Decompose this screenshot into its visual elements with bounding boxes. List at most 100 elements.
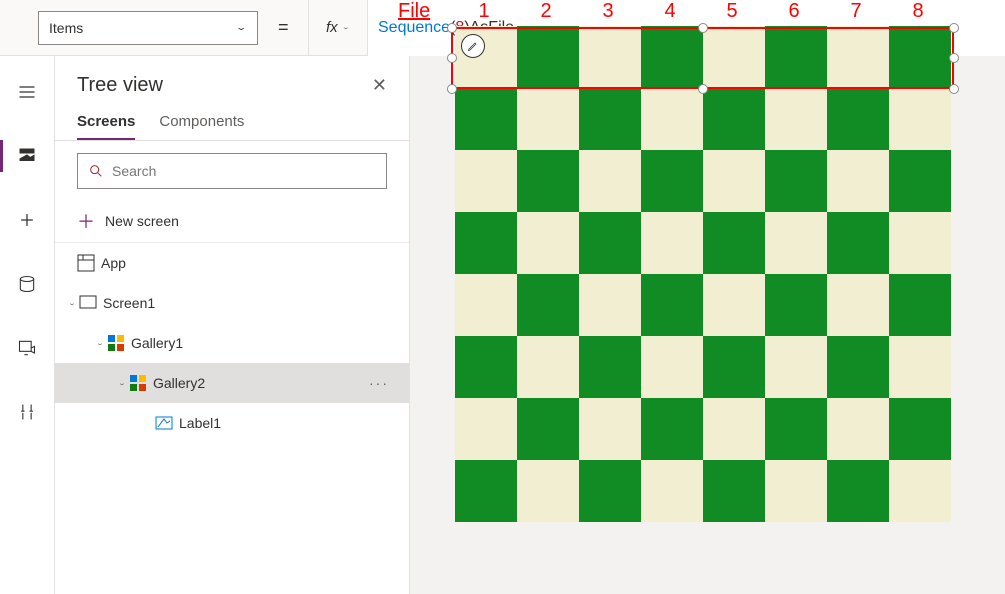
left-rail [0, 56, 55, 594]
board-square [827, 336, 889, 398]
board-square [889, 336, 951, 398]
tree-node-screen1[interactable]: ⌄ Screen1 [55, 283, 409, 323]
search-box[interactable] [77, 153, 387, 189]
board-square [579, 336, 641, 398]
board-square [827, 274, 889, 336]
label-icon [155, 414, 173, 432]
board-square [765, 398, 827, 460]
board-square [827, 398, 889, 460]
board-square [889, 460, 951, 522]
board-square [455, 274, 517, 336]
tree-node-label1[interactable]: Label1 [55, 403, 409, 443]
data-icon[interactable] [0, 262, 55, 306]
tree-node-app[interactable]: App [55, 243, 409, 283]
insert-icon[interactable] [0, 198, 55, 242]
board-square [889, 212, 951, 274]
hamburger-icon[interactable] [0, 70, 55, 114]
media-icon[interactable] [0, 326, 55, 370]
panel-title: Tree view [77, 74, 163, 97]
tab-components[interactable]: Components [159, 113, 244, 140]
board-square [579, 212, 641, 274]
resize-handle[interactable] [447, 84, 457, 94]
board-square [765, 274, 827, 336]
overlay-col: 6 [763, 0, 825, 24]
board-square [703, 274, 765, 336]
tree-view-panel: Tree view ✕ Screens Components ＋ New scr… [55, 56, 410, 594]
gallery-icon [107, 334, 125, 352]
board-square [641, 88, 703, 150]
overlay-col: 8 [887, 0, 949, 24]
tree-node-gallery2[interactable]: ⌄ Gallery2 ··· [55, 363, 409, 403]
board-square [455, 88, 517, 150]
tree-label: Gallery2 [153, 375, 205, 391]
overlay-col: 2 [515, 0, 577, 24]
board-square [455, 336, 517, 398]
overlay-file: File [398, 0, 453, 24]
resize-handle[interactable] [447, 23, 457, 33]
board-square [765, 150, 827, 212]
board-square [455, 460, 517, 522]
overlay-col: 7 [825, 0, 887, 24]
column-overlay: File 1 2 3 4 5 6 7 8 [398, 0, 955, 24]
selection-outline[interactable] [451, 27, 954, 89]
tab-screens[interactable]: Screens [77, 113, 135, 140]
chevron-down-icon[interactable]: ⌄ [65, 300, 79, 307]
resize-handle[interactable] [949, 84, 959, 94]
board-square [827, 460, 889, 522]
fx-dropdown[interactable]: fx ⌄ [308, 0, 368, 56]
board-square [703, 212, 765, 274]
overlay-col: 3 [577, 0, 639, 24]
resize-handle[interactable] [698, 23, 708, 33]
tree-label: Gallery1 [131, 335, 183, 351]
board-square [517, 212, 579, 274]
board-square [517, 336, 579, 398]
property-dropdown[interactable]: Items ⌄ [38, 11, 258, 45]
advanced-tools-icon[interactable] [0, 390, 55, 434]
board-square [517, 150, 579, 212]
close-icon[interactable]: ✕ [372, 75, 387, 96]
board-square [827, 150, 889, 212]
board-square [579, 88, 641, 150]
screen-icon [79, 294, 97, 312]
gallery-icon [129, 374, 147, 392]
board-square [827, 212, 889, 274]
board-square [827, 88, 889, 150]
equals-sign: = [258, 17, 308, 38]
more-icon[interactable]: ··· [369, 375, 389, 391]
edit-icon[interactable] [461, 34, 485, 58]
board-square [455, 212, 517, 274]
board-square [641, 460, 703, 522]
overlay-col: 5 [701, 0, 763, 24]
plus-icon: ＋ [77, 208, 95, 234]
search-icon [88, 163, 104, 179]
overlay-col: 1 [453, 0, 515, 24]
property-label: Items [49, 20, 83, 36]
chevron-down-icon[interactable]: ⌄ [115, 380, 129, 387]
resize-handle[interactable] [698, 84, 708, 94]
tree-view-icon[interactable] [0, 134, 55, 178]
board-square [889, 398, 951, 460]
board-square [703, 88, 765, 150]
new-screen-button[interactable]: ＋ New screen [55, 199, 409, 243]
tree-label: App [101, 255, 126, 271]
board-square [455, 398, 517, 460]
resize-handle[interactable] [447, 53, 457, 63]
resize-handle[interactable] [949, 53, 959, 63]
chessboard [455, 26, 951, 522]
search-input[interactable] [112, 163, 376, 179]
panel-tabs: Screens Components [55, 103, 409, 141]
board-square [765, 88, 827, 150]
app-icon [77, 254, 95, 272]
board-square [765, 460, 827, 522]
chevron-down-icon[interactable]: ⌄ [93, 340, 107, 347]
tree-node-gallery1[interactable]: ⌄ Gallery1 [55, 323, 409, 363]
board-square [579, 150, 641, 212]
board-square [703, 150, 765, 212]
board-square [889, 88, 951, 150]
board-square [579, 398, 641, 460]
board-square [579, 274, 641, 336]
resize-handle[interactable] [949, 23, 959, 33]
fx-label: fx [326, 19, 338, 36]
board-square [641, 150, 703, 212]
board-square [641, 212, 703, 274]
